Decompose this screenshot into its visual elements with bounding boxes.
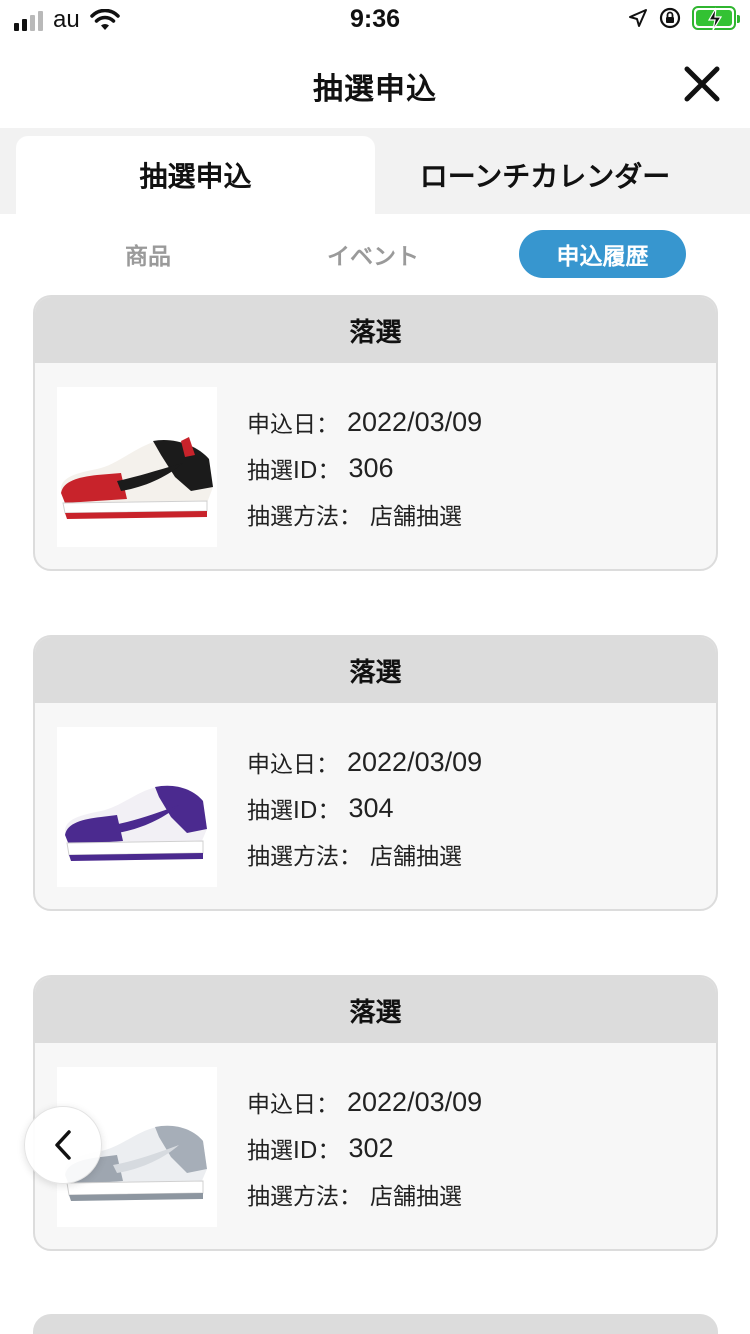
chevron-left-icon: [55, 1130, 71, 1160]
date-value: 2022/03/09: [347, 746, 483, 777]
tab-lottery-apply[interactable]: 抽選申込: [16, 136, 375, 214]
entry-status: 落選: [35, 297, 716, 363]
sneaker-purple-icon: [65, 785, 207, 861]
id-label: 抽選ID：: [247, 1138, 341, 1164]
id-value: 302: [348, 1132, 394, 1163]
entry-card[interactable]: 落選 申込日： 2022/03/09 抽選ID： 306 抽選方法： 店舗抽選: [33, 295, 718, 571]
entry-info: 申込日： 2022/03/09 抽選ID： 302 抽選方法： 店舗抽選: [247, 1079, 482, 1217]
close-icon: [684, 66, 720, 102]
subtab-products[interactable]: 商品: [88, 230, 208, 278]
method-value: 店舗抽選: [370, 844, 462, 870]
date-value: 2022/03/09: [347, 1086, 483, 1117]
date-value: 2022/03/09: [347, 406, 483, 437]
entry-card[interactable]: 落選 申込日： 2022/03/09 抽選ID：: [33, 635, 718, 911]
id-value: 304: [348, 792, 394, 823]
status-right: [628, 6, 740, 31]
entry-id-row: 抽選ID： 304: [247, 785, 482, 831]
entry-method-row: 抽選方法： 店舗抽選: [247, 491, 482, 537]
top-tab-bar: 抽選申込 ローンチカレンダー: [0, 128, 750, 214]
id-value: 306: [348, 452, 394, 483]
product-image: [57, 387, 217, 547]
entry-info: 申込日： 2022/03/09 抽選ID： 306 抽選方法： 店舗抽選: [247, 399, 482, 537]
location-arrow-icon: [629, 9, 647, 27]
entry-id-row: 抽選ID： 306: [247, 445, 482, 491]
entry-card-partial[interactable]: [33, 1314, 718, 1334]
sub-tab-bar: 商品 イベント 申込履歴: [0, 214, 750, 294]
method-value: 店舗抽選: [370, 1184, 462, 1210]
close-button[interactable]: [682, 64, 722, 104]
method-label: 抽選方法：: [247, 844, 362, 870]
date-label: 申込日：: [247, 752, 339, 778]
page-title: 抽選申込: [313, 72, 437, 107]
entry-card[interactable]: 落選 申込日： 2022/03/09 抽選ID：: [33, 975, 718, 1251]
product-image: [57, 727, 217, 887]
method-label: 抽選方法：: [247, 1184, 362, 1210]
rotation-lock-icon: [659, 7, 681, 29]
sneaker-red-black-icon: [61, 437, 213, 519]
entry-id-row: 抽選ID： 302: [247, 1125, 482, 1171]
entry-method-row: 抽選方法： 店舗抽選: [247, 831, 482, 877]
battery-icon: [692, 6, 740, 31]
method-value: 店舗抽選: [370, 504, 462, 530]
date-label: 申込日：: [247, 412, 339, 438]
entry-body: 申込日： 2022/03/09 抽選ID： 304 抽選方法： 店舗抽選: [35, 703, 716, 909]
entry-date-row: 申込日： 2022/03/09: [247, 739, 482, 785]
entry-method-row: 抽選方法： 店舗抽選: [247, 1171, 482, 1217]
entry-body: 申込日： 2022/03/09 抽選ID： 306 抽選方法： 店舗抽選: [35, 363, 716, 569]
subtab-history[interactable]: 申込履歴: [519, 230, 686, 278]
date-label: 申込日：: [247, 1092, 339, 1118]
entry-info: 申込日： 2022/03/09 抽選ID： 304 抽選方法： 店舗抽選: [247, 739, 482, 877]
header: 抽選申込: [0, 42, 750, 128]
tab-launch-calendar[interactable]: ローンチカレンダー: [375, 136, 715, 214]
entry-status: 落選: [35, 637, 716, 703]
app-screen: au 9:36 抽選申込 抽選申込 ローンチカレンダー 商品 イベント 申込履歴…: [0, 0, 750, 1334]
id-label: 抽選ID：: [247, 458, 341, 484]
back-button[interactable]: [24, 1106, 102, 1184]
entry-status: 落選: [35, 977, 716, 1043]
method-label: 抽選方法：: [247, 504, 362, 530]
entry-date-row: 申込日： 2022/03/09: [247, 399, 482, 445]
entry-date-row: 申込日： 2022/03/09: [247, 1079, 482, 1125]
subtab-events[interactable]: イベント: [300, 230, 446, 278]
id-label: 抽選ID：: [247, 798, 341, 824]
entry-body: 申込日： 2022/03/09 抽選ID： 302 抽選方法： 店舗抽選: [35, 1043, 716, 1249]
status-bar: au 9:36: [0, 0, 750, 42]
